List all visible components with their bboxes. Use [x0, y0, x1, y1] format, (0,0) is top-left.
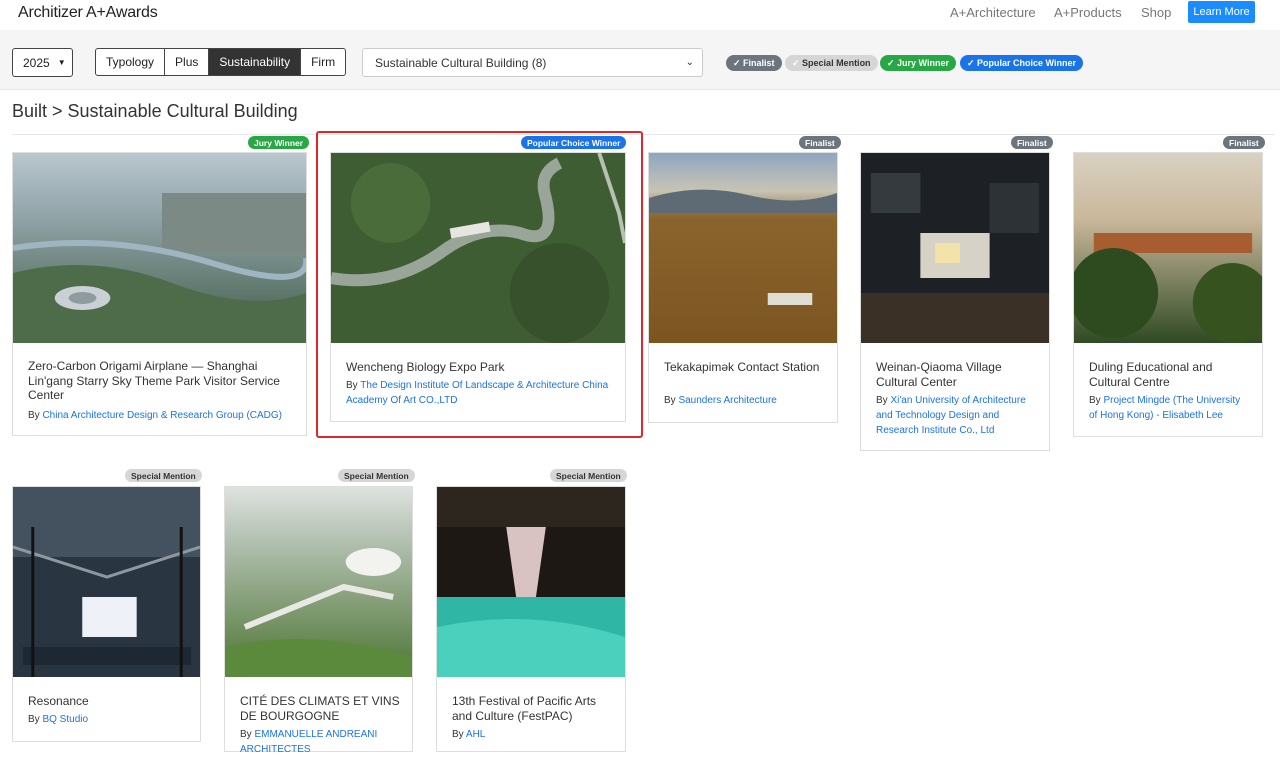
caret-down-icon: ▼	[57, 58, 66, 67]
check-icon: ✓	[792, 57, 803, 68]
segment-typology[interactable]: Typology	[96, 49, 166, 75]
by-label: By	[1089, 395, 1101, 406]
status-badge: Finalist	[1011, 136, 1053, 149]
firm-link[interactable]: AHL	[466, 729, 485, 740]
chip-jury-winner[interactable]: ✓ Jury Winner	[880, 55, 956, 71]
category-segmented-control: Typology Plus Sustainability Firm	[95, 48, 347, 76]
year-dropdown[interactable]: 2025 ▼	[12, 48, 73, 77]
status-badge: Special Mention	[550, 469, 627, 482]
by-label: By	[876, 395, 888, 406]
project-image[interactable]	[649, 153, 837, 343]
project-credit: By EMMANUELLE ANDREANI ARCHITECTES	[240, 727, 400, 757]
project-card[interactable]: Duling Educational and Cultural Centre B…	[1073, 152, 1263, 437]
project-credit: By AHL	[452, 727, 613, 742]
project-card[interactable]: Weinan-Qiaoma Village Cultural Center By…	[860, 152, 1050, 451]
chip-label: Jury Winner	[897, 58, 949, 68]
project-image[interactable]	[13, 487, 200, 677]
selection-highlight	[316, 131, 643, 438]
status-badge: Finalist	[1223, 136, 1265, 149]
segment-sustainability[interactable]: Sustainability	[209, 49, 302, 75]
project-credit: By Xi'an University of Architecture and …	[876, 393, 1037, 438]
by-label: By	[664, 395, 676, 406]
check-icon: ✓	[887, 57, 898, 68]
by-label: By	[452, 729, 464, 740]
status-badge: Special Mention	[125, 469, 202, 482]
site-logo[interactable]: Architizer A+Awards	[18, 4, 158, 22]
chip-label: Popular Choice Winner	[977, 58, 1076, 68]
project-title[interactable]: CITÉ DES CLIMATS ET VINS DE BOURGOGNE	[240, 694, 400, 723]
project-card[interactable]: CITÉ DES CLIMATS ET VINS DE BOURGOGNE By…	[224, 486, 413, 755]
check-icon: ✓	[967, 57, 978, 68]
nav-link-products[interactable]: A+Products	[1054, 5, 1122, 20]
project-credit: By Project Mingde (The University of Hon…	[1089, 393, 1250, 423]
status-badge: Jury Winner	[248, 136, 310, 149]
project-credit: By BQ Studio	[28, 712, 188, 727]
project-image[interactable]	[437, 487, 625, 677]
project-title[interactable]: 13th Festival of Pacific Arts and Cultur…	[452, 694, 613, 723]
chip-special-mention[interactable]: ✓ Special Mention	[785, 55, 878, 71]
project-image[interactable]	[13, 153, 306, 343]
project-title[interactable]: Duling Educational and Cultural Centre	[1089, 360, 1250, 389]
nav-link-architecture[interactable]: A+Architecture	[950, 5, 1036, 20]
firm-link[interactable]: BQ Studio	[42, 714, 88, 725]
project-title[interactable]: Zero-Carbon Origami Airplane — Shanghai …	[28, 359, 294, 403]
year-value: 2025	[23, 55, 50, 70]
category-select[interactable]: Sustainable Cultural Building (8) ⌄	[362, 48, 703, 77]
project-credit: By Saunders Architecture	[664, 393, 825, 408]
project-card[interactable]: Tekakapimək Contact Station By Saunders …	[648, 152, 838, 423]
chip-popular-choice[interactable]: ✓ Popular Choice Winner	[960, 55, 1083, 71]
category-select-value: Sustainable Cultural Building (8)	[375, 55, 547, 70]
project-card[interactable]: Resonance By BQ Studio	[12, 486, 201, 742]
divider	[12, 134, 1275, 135]
firm-link[interactable]: Project Mingde (The University of Hong K…	[1089, 395, 1240, 421]
chip-finalist[interactable]: ✓ Finalist	[726, 55, 782, 71]
firm-link[interactable]: Saunders Architecture	[678, 395, 776, 406]
project-image[interactable]	[1074, 153, 1262, 343]
firm-link[interactable]: China Architecture Design & Research Gro…	[42, 410, 282, 421]
firm-link[interactable]: Xi'an University of Architecture and Tec…	[876, 395, 1026, 436]
project-image[interactable]	[225, 487, 412, 677]
chevron-down-icon: ⌄	[685, 57, 694, 68]
by-label: By	[28, 714, 40, 725]
filter-bar: 2025 ▼ Typology Plus Sustainability Firm…	[0, 30, 1280, 90]
breadcrumb: Built > Sustainable Cultural Building	[12, 101, 298, 121]
project-card[interactable]: 13th Festival of Pacific Arts and Cultur…	[436, 486, 626, 752]
chip-label: Finalist	[743, 58, 775, 68]
status-badge: Finalist	[799, 136, 841, 149]
top-navigation: Architizer A+Awards A+Architecture A+Pro…	[0, 0, 1280, 30]
nav-link-shop[interactable]: Shop	[1141, 5, 1171, 20]
project-title[interactable]: Tekakapimək Contact Station	[664, 360, 825, 375]
project-credit: By China Architecture Design & Research …	[28, 408, 294, 423]
learn-more-button[interactable]: Learn More	[1188, 1, 1255, 23]
firm-link[interactable]: EMMANUELLE ANDREANI ARCHITECTES	[240, 729, 377, 755]
status-badge: Special Mention	[338, 469, 415, 482]
project-title[interactable]: Resonance	[28, 694, 188, 709]
segment-plus[interactable]: Plus	[165, 49, 210, 75]
chip-label: Special Mention	[802, 58, 871, 68]
project-card[interactable]: Zero-Carbon Origami Airplane — Shanghai …	[12, 152, 307, 436]
segment-firm[interactable]: Firm	[301, 49, 345, 75]
project-image[interactable]	[861, 153, 1049, 343]
check-icon: ✓	[733, 57, 744, 68]
by-label: By	[28, 410, 40, 421]
by-label: By	[240, 729, 252, 740]
project-title[interactable]: Weinan-Qiaoma Village Cultural Center	[876, 360, 1037, 389]
